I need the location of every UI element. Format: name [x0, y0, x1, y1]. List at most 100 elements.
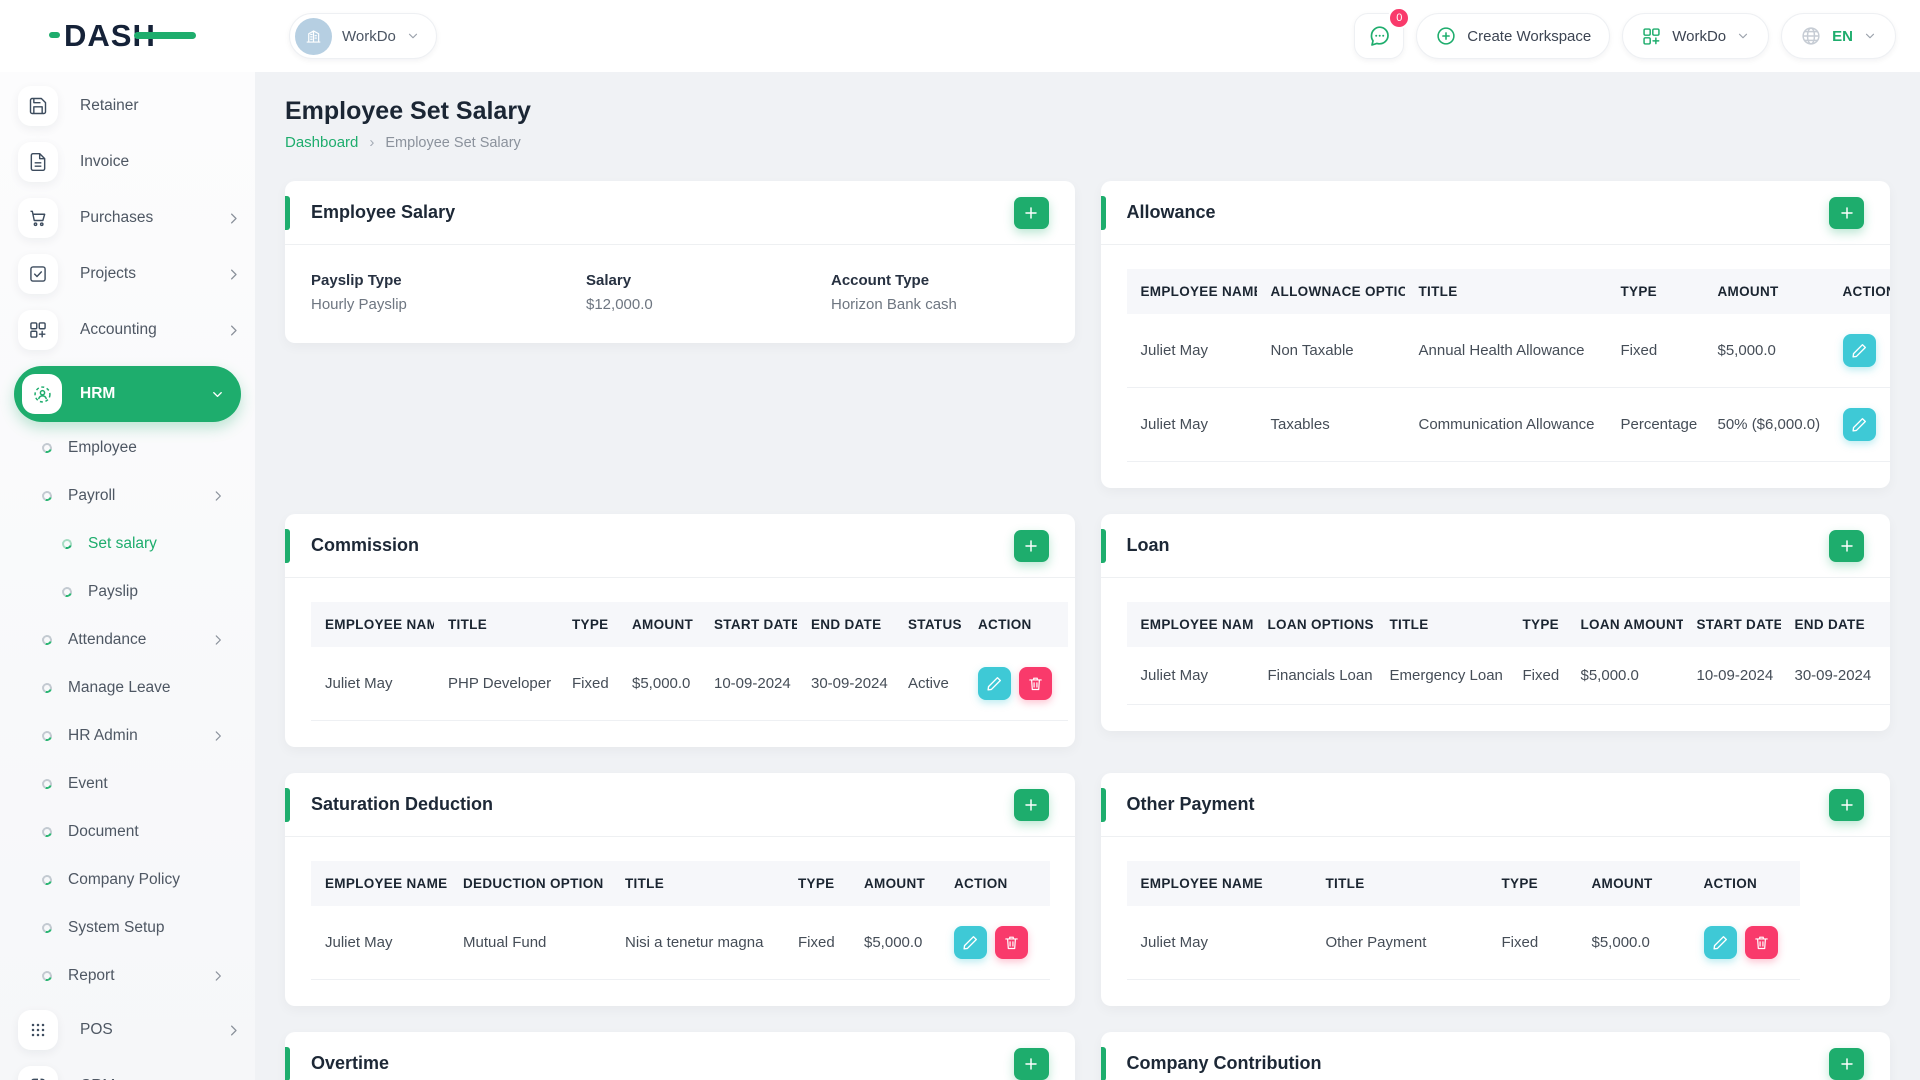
- add-allowance-button[interactable]: [1829, 196, 1864, 229]
- column-header: EMPLOYEE NAME: [1140, 617, 1254, 632]
- add-commission-button[interactable]: [1013, 529, 1049, 562]
- sidebar-item-hrm[interactable]: HRM: [14, 366, 241, 422]
- circle-plus-icon: [1437, 27, 1455, 45]
- sidebar-item-retainer[interactable]: Retainer: [18, 86, 241, 126]
- bullet-icon: [40, 441, 54, 455]
- table-row: Juliet May Mutual Fund Nisi a tenetur magn…: [311, 906, 1050, 980]
- card-accent-bar: [285, 529, 290, 563]
- table-cell: Percentage: [1620, 416, 1698, 433]
- field-payslip-type: Payslip Type Hourly Payslip: [311, 272, 586, 313]
- language-button[interactable]: EN: [1781, 13, 1896, 59]
- bullet-icon: [40, 633, 54, 647]
- sidebar-item-company-policy[interactable]: Company Policy: [40, 866, 225, 894]
- sidebar-item-invoice[interactable]: Invoice: [18, 142, 241, 182]
- field-label: Account Type: [831, 272, 930, 289]
- sidebar-item-report[interactable]: Report: [40, 962, 225, 990]
- chevron-right-icon: [226, 323, 241, 338]
- bullet-icon: [60, 585, 74, 599]
- data-table: EMPLOYEE NAME LOAN OPTIONS TITLE TYPE LOAN A…: [1126, 602, 1890, 705]
- column-header: ALLOWNACE OPTION: [1270, 284, 1405, 299]
- add-saturation-deduction-button[interactable]: [1013, 788, 1049, 821]
- sidebar-item-projects[interactable]: Projects: [18, 254, 241, 294]
- plus-icon: [1025, 539, 1037, 552]
- app-switcher-button[interactable]: WorkDo: [1622, 13, 1770, 59]
- edit-button[interactable]: [1842, 408, 1876, 441]
- add-overtime-button[interactable]: [1013, 1047, 1049, 1080]
- cart-icon: [18, 198, 58, 238]
- table-cell: 10-09-2024: [1696, 667, 1774, 684]
- table-row: Juliet May Taxables Communication Allowanc…: [1126, 388, 1891, 462]
- card-header: Other Payment: [1100, 773, 1890, 837]
- sidebar-item-label: Payslip: [88, 583, 138, 600]
- app-switcher-label: WorkDo: [1672, 27, 1727, 45]
- column-header: ACTION: [954, 876, 1008, 891]
- card-accent-bar: [285, 196, 290, 230]
- actions-cell: [1829, 388, 1891, 462]
- logo-accent-right-icon: [133, 32, 196, 39]
- messages-button[interactable]: 0: [1354, 7, 1411, 59]
- column-header: ACTION: [1703, 876, 1758, 891]
- sidebar-item-payslip[interactable]: Payslip: [60, 578, 225, 606]
- delete-button[interactable]: [1019, 667, 1052, 700]
- sidebar-item-payroll[interactable]: Payroll: [40, 482, 225, 510]
- edit-button[interactable]: [978, 667, 1011, 700]
- card-employee-salary: Employee Salary Payslip Type Hourly Pays…: [285, 181, 1075, 343]
- sidebar-item-manage-leave[interactable]: Manage Leave: [40, 674, 225, 702]
- sidebar-item-system-setup[interactable]: System Setup: [40, 914, 225, 942]
- table-cell: Other Payment: [1325, 934, 1427, 951]
- chevron-right-icon: [211, 489, 225, 503]
- add-employee-salary-button[interactable]: [1013, 196, 1049, 229]
- sidebar-item-attendance[interactable]: Attendance: [40, 626, 225, 654]
- card-company-contribution: Company Contribution: [1100, 1032, 1890, 1080]
- sidebar-item-pos[interactable]: POS: [18, 1010, 241, 1050]
- plus-icon: [1025, 798, 1037, 811]
- add-loan-button[interactable]: [1829, 529, 1864, 562]
- column-header: ACTION: [978, 617, 1032, 632]
- edit-button[interactable]: [1703, 926, 1737, 959]
- card-header: Commission: [285, 514, 1075, 578]
- app-logo[interactable]: DASH: [49, 18, 196, 54]
- column-header: AMOUNT: [632, 617, 694, 632]
- add-other-payment-button[interactable]: [1829, 788, 1864, 821]
- sidebar-item-set-salary[interactable]: Set salary: [60, 530, 225, 558]
- cards-grid: Employee Salary Payslip Type Hourly Pays…: [285, 181, 1890, 1080]
- grid-plus-icon: [18, 310, 58, 350]
- column-header: TYPE: [1522, 617, 1559, 632]
- page-title: Employee Set Salary: [285, 97, 531, 125]
- sidebar-item-label: Projects: [80, 265, 136, 282]
- column-header: TITLE: [1325, 876, 1365, 891]
- table-cell: Taxables: [1270, 416, 1330, 433]
- sidebar-item-document[interactable]: Document: [40, 818, 225, 846]
- sidebar-item-accounting[interactable]: Accounting: [18, 310, 241, 350]
- chevron-right-icon: [226, 267, 241, 282]
- card-loan: Loan EMPLOYEE NAME LOAN OPTIONS TITLE TYPE L…: [1100, 514, 1890, 731]
- delete-button[interactable]: [995, 926, 1028, 959]
- column-header: START DATE: [714, 617, 797, 632]
- add-company-contribution-button[interactable]: [1829, 1047, 1864, 1080]
- table-cell: Juliet May: [1140, 934, 1209, 951]
- allowance-table: EMPLOYEE NAME ALLOWNACE OPTION TITLE TYPE AM…: [1126, 269, 1891, 462]
- breadcrumb-dashboard-link[interactable]: Dashboard: [285, 134, 358, 151]
- table-cell: $5,000.0: [1717, 342, 1776, 359]
- sidebar-item-employee[interactable]: Employee: [40, 434, 225, 462]
- delete-button[interactable]: [1744, 926, 1778, 959]
- sidebar-item-purchases[interactable]: Purchases: [18, 198, 241, 238]
- sidebar-item-label: Retainer: [80, 97, 139, 114]
- sidebar-item-hr-admin[interactable]: HR Admin: [40, 722, 225, 750]
- column-header: AMOUNT: [1591, 876, 1653, 891]
- grid-plus-icon: [1643, 27, 1660, 45]
- create-workspace-button[interactable]: Create Workspace: [1416, 13, 1611, 59]
- sidebar-item-crm[interactable]: CRM: [18, 1066, 241, 1080]
- bullet-icon: [40, 921, 54, 935]
- sidebar-item-event[interactable]: Event: [40, 770, 225, 798]
- sidebar-item-label: Set salary: [88, 535, 157, 552]
- edit-button[interactable]: [1842, 334, 1876, 367]
- breadcrumb-current: Employee Set Salary: [385, 134, 521, 151]
- column-header: EMPLOYEE NAME: [1140, 284, 1257, 299]
- chevron-right-icon: [211, 729, 225, 743]
- sidebar-item-label: Document: [68, 823, 139, 840]
- plus-icon: [1840, 206, 1853, 219]
- sidebar-item-label: Event: [68, 775, 108, 792]
- edit-button[interactable]: [954, 926, 987, 959]
- workspace-selector[interactable]: WorkDo: [289, 13, 437, 59]
